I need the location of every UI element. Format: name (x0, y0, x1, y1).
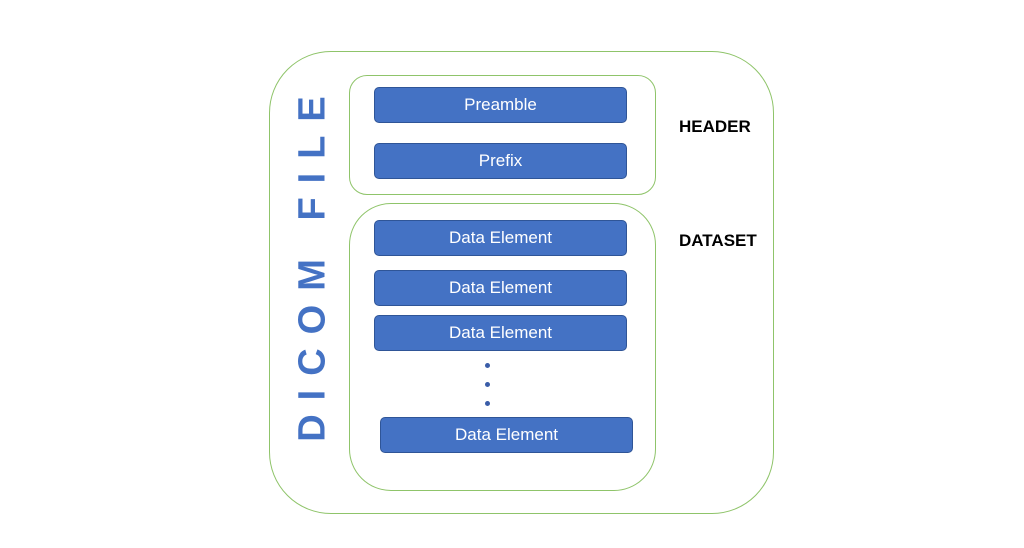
data-element-block: Data Element (374, 315, 627, 351)
ellipsis-dot (485, 382, 490, 387)
ellipsis-dot (485, 401, 490, 406)
header-label: HEADER (679, 117, 751, 136)
data-element-block: Data Element (380, 417, 633, 453)
dicom-file-title: DICOM FILE (291, 82, 334, 442)
dataset-label: DATASET (679, 231, 757, 250)
data-element-block: Data Element (374, 270, 627, 306)
preamble-block: Preamble (374, 87, 627, 123)
data-element-block: Data Element (374, 220, 627, 256)
prefix-block: Prefix (374, 143, 627, 179)
ellipsis-dot (485, 363, 490, 368)
